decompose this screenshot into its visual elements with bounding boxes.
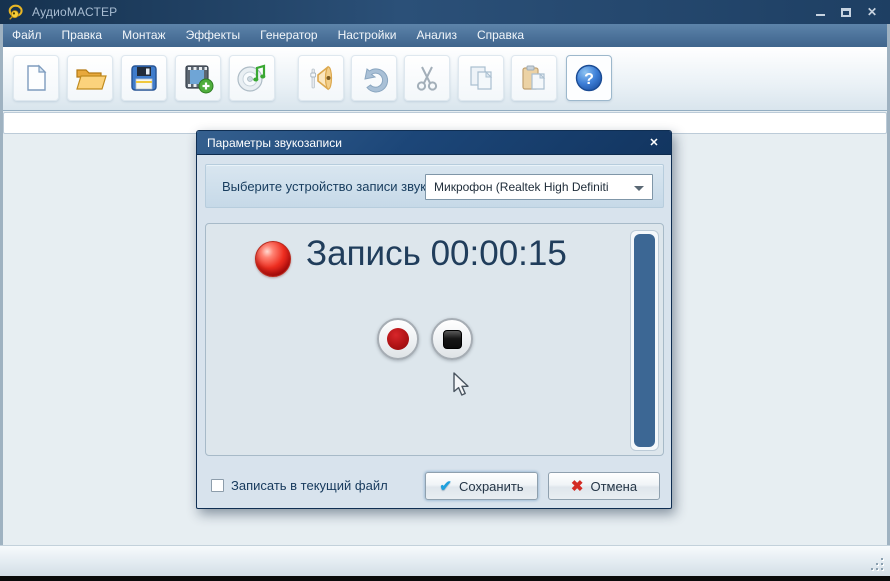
resize-grip[interactable] — [871, 558, 883, 570]
record-to-current-file-checkbox[interactable] — [211, 479, 224, 492]
stop-button[interactable] — [431, 318, 473, 360]
chevron-down-icon — [634, 186, 644, 191]
app-logo-icon — [8, 4, 25, 21]
menu-montage[interactable]: Монтаж — [112, 24, 176, 47]
record-to-current-file-row: Записать в текущий файл — [211, 478, 388, 493]
window-titlebar: АудиоМАСТЕР ✕ — [0, 0, 890, 24]
record-to-current-file-label: Записать в текущий файл — [231, 478, 388, 493]
save-button[interactable]: ✔ Сохранить — [425, 472, 538, 500]
undo-arrow-icon — [357, 61, 391, 95]
record-dialog: Параметры звукозаписи ✕ Выберите устройс… — [196, 130, 672, 509]
checkmark-icon: ✔ — [439, 477, 452, 495]
dialog-titlebar[interactable]: Параметры звукозаписи ✕ — [197, 131, 671, 155]
copy-documents-icon — [464, 61, 498, 95]
copy-button[interactable] — [458, 55, 504, 101]
menu-edit[interactable]: Правка — [52, 24, 113, 47]
dialog-close-button[interactable]: ✕ — [645, 135, 663, 151]
dialog-title: Параметры звукозаписи — [207, 136, 342, 150]
cd-music-note-icon — [235, 61, 269, 95]
menubar: Файл Правка Монтаж Эффекты Генератор Нас… — [0, 24, 890, 47]
level-meter — [630, 230, 659, 451]
recording-panel: Запись 00:00:15 — [205, 223, 664, 456]
save-file-button[interactable] — [121, 55, 167, 101]
open-folder-icon — [73, 62, 107, 94]
statusbar — [0, 545, 890, 576]
record-circle-icon — [387, 328, 409, 350]
new-file-icon — [20, 62, 52, 94]
toolbar: ? — [0, 47, 890, 111]
recording-indicator-icon — [255, 241, 291, 277]
device-select-label: Выберите устройство записи звука: — [222, 165, 437, 208]
x-icon: ✖ — [571, 477, 584, 495]
device-select-row: Выберите устройство записи звука: Микроф… — [205, 164, 664, 208]
recording-status-label: Запись — [306, 234, 421, 273]
paste-button[interactable] — [511, 55, 557, 101]
save-button-label: Сохранить — [459, 479, 524, 494]
scissors-icon — [410, 61, 444, 95]
window-title: АудиоМАСТЕР — [32, 5, 117, 19]
maximize-button[interactable] — [838, 4, 854, 19]
window-bottom-edge — [0, 576, 890, 581]
open-file-button[interactable] — [67, 55, 113, 101]
close-button[interactable]: ✕ — [864, 4, 880, 19]
menu-file[interactable]: Файл — [2, 24, 52, 47]
speaker-slider-icon — [304, 61, 338, 95]
menu-analysis[interactable]: Анализ — [406, 24, 467, 47]
new-file-button[interactable] — [13, 55, 59, 101]
stop-square-icon — [443, 330, 462, 349]
help-button[interactable]: ? — [566, 55, 612, 101]
level-meter-bar — [634, 234, 655, 447]
undo-button[interactable] — [351, 55, 397, 101]
paste-clipboard-icon — [517, 61, 551, 95]
device-select-value: Микрофон (Realtek High Definiti — [434, 180, 609, 194]
extract-audio-from-video-button[interactable] — [175, 55, 221, 101]
cancel-button-label: Отмена — [590, 479, 637, 494]
device-select-dropdown[interactable]: Микрофон (Realtek High Definiti — [425, 174, 653, 200]
cancel-button[interactable]: ✖ Отмена — [548, 472, 660, 500]
recording-status-text: Запись 00:00:15 — [306, 234, 567, 274]
help-icon: ? — [573, 62, 605, 94]
grab-cd-audio-button[interactable] — [229, 55, 275, 101]
menu-help[interactable]: Справка — [467, 24, 534, 47]
minimize-button[interactable] — [812, 4, 828, 19]
menu-settings[interactable]: Настройки — [328, 24, 407, 47]
svg-text:?: ? — [584, 71, 594, 88]
volume-effects-button[interactable] — [298, 55, 344, 101]
window-left-edge — [0, 24, 3, 576]
recording-elapsed-time: 00:00:15 — [431, 234, 567, 273]
menu-generator[interactable]: Генератор — [250, 24, 327, 47]
save-floppy-icon — [128, 62, 160, 94]
video-film-plus-icon — [181, 61, 215, 95]
mouse-cursor — [452, 372, 472, 399]
record-button[interactable] — [377, 318, 419, 360]
menu-effects[interactable]: Эффекты — [176, 24, 251, 47]
cut-button[interactable] — [404, 55, 450, 101]
